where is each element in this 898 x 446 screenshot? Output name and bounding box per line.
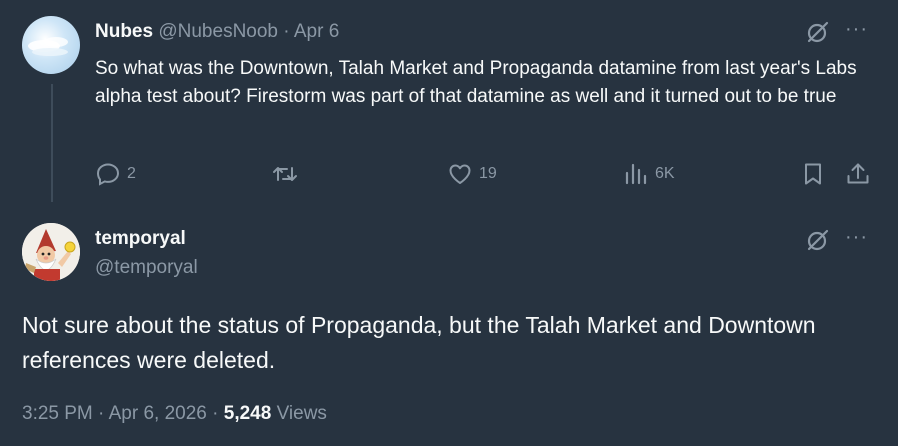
views-count[interactable]: 5,248 bbox=[224, 403, 272, 424]
separator-dot: · bbox=[283, 21, 290, 42]
separator-dot: · bbox=[212, 403, 219, 424]
separator-dot: · bbox=[98, 403, 105, 424]
share-icon bbox=[847, 163, 869, 184]
tweet-actions-bar: 2 19 6K bbox=[0, 158, 898, 190]
like-icon bbox=[449, 164, 471, 184]
bookmark-icon bbox=[805, 163, 821, 185]
tweet-metadata: 3:25 PM · Apr 6, 2026 · 5,248 Views bbox=[22, 403, 327, 425]
retweet-button[interactable] bbox=[271, 161, 299, 187]
share-button[interactable] bbox=[845, 161, 871, 187]
avatar-cloud-image bbox=[28, 37, 68, 56]
display-name[interactable]: temporyal bbox=[95, 228, 186, 250]
tweet-date[interactable]: Apr 6 bbox=[294, 21, 339, 42]
more-icon[interactable]: ··· bbox=[845, 226, 868, 249]
like-count: 19 bbox=[479, 165, 497, 182]
avatar[interactable] bbox=[22, 223, 80, 281]
bookmark-button[interactable] bbox=[800, 161, 826, 187]
like-button[interactable]: 19 bbox=[447, 161, 497, 187]
reply-count: 2 bbox=[127, 165, 136, 182]
user-handle[interactable]: @temporyal bbox=[95, 257, 198, 279]
user-handle[interactable]: @NubesNoob bbox=[158, 21, 278, 42]
grok-icon[interactable] bbox=[805, 227, 831, 253]
views-icon bbox=[625, 163, 647, 185]
tweet-header: Nubes @NubesNoob · Apr 6 bbox=[95, 21, 339, 43]
views-button[interactable]: 6K bbox=[623, 161, 675, 187]
more-icon[interactable]: ··· bbox=[845, 18, 868, 41]
tweet-time[interactable]: 3:25 PM bbox=[22, 403, 93, 424]
avatar[interactable] bbox=[22, 16, 80, 74]
views-count: 6K bbox=[655, 165, 675, 182]
views-label: Views bbox=[276, 403, 327, 424]
retweet-icon bbox=[273, 167, 297, 181]
grok-icon[interactable] bbox=[805, 19, 831, 45]
reply-icon bbox=[96, 163, 120, 186]
reply-button[interactable]: 2 bbox=[95, 161, 136, 187]
tweet-text: Not sure about the status of Propaganda,… bbox=[22, 312, 816, 373]
display-name[interactable]: Nubes bbox=[95, 21, 153, 42]
tweet-date[interactable]: Apr 6, 2026 bbox=[109, 403, 207, 424]
tweet-text: So what was the Downtown, Talah Market a… bbox=[95, 58, 857, 107]
avatar-gnome-image bbox=[22, 223, 80, 281]
